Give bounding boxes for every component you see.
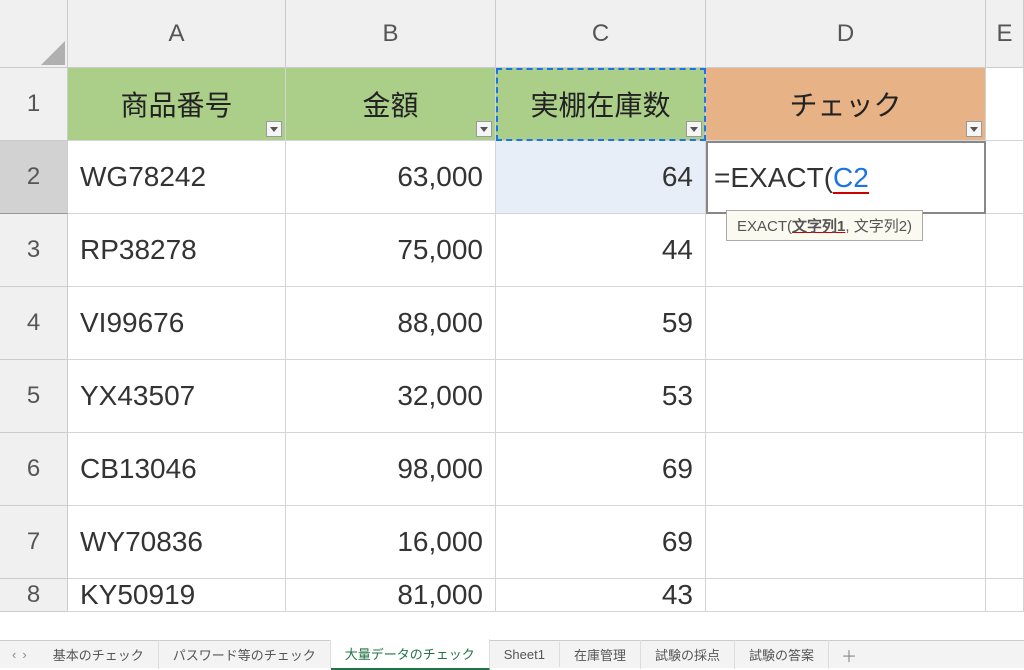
- cell-A2[interactable]: WG78242: [68, 141, 286, 214]
- cell-C3[interactable]: 44: [496, 214, 706, 287]
- sheet-tab[interactable]: パスワード等のチェック: [159, 640, 331, 669]
- tab-next-icon[interactable]: ›: [22, 647, 26, 662]
- filter-icon[interactable]: [686, 121, 702, 137]
- cell-A4[interactable]: VI99676: [68, 287, 286, 360]
- cell-A5[interactable]: YX43507: [68, 360, 286, 433]
- spreadsheet-grid[interactable]: A B C D E 1 商品番号 金額 実棚在庫数 チェック 2 WG78242…: [0, 0, 1024, 612]
- col-header-B[interactable]: B: [286, 0, 496, 68]
- cell-C4[interactable]: 59: [496, 287, 706, 360]
- header-stock[interactable]: 実棚在庫数: [496, 68, 706, 141]
- cell-B4[interactable]: 88,000: [286, 287, 496, 360]
- cell-D8[interactable]: [706, 579, 986, 612]
- cell-E3[interactable]: [986, 214, 1024, 287]
- header-label: 実棚在庫数: [530, 84, 670, 124]
- header-label: 金額: [362, 84, 418, 124]
- cell-E7[interactable]: [986, 506, 1024, 579]
- sheet-tab[interactable]: 試験の答案: [735, 640, 829, 669]
- header-check[interactable]: チェック: [706, 68, 986, 141]
- sheet-tab[interactable]: 在庫管理: [560, 640, 641, 669]
- cell-C5[interactable]: 53: [496, 360, 706, 433]
- cell-E1[interactable]: [986, 68, 1024, 141]
- cell-A7[interactable]: WY70836: [68, 506, 286, 579]
- row-header-6[interactable]: 6: [0, 433, 68, 506]
- filter-icon[interactable]: [266, 121, 282, 137]
- add-sheet-button[interactable]: ＋: [829, 643, 869, 667]
- formula-input[interactable]: =EXACT(C2: [714, 162, 869, 194]
- col-header-E[interactable]: E: [986, 0, 1024, 68]
- cell-C8[interactable]: 43: [496, 579, 706, 612]
- cell-E2[interactable]: [986, 141, 1024, 214]
- cell-C6[interactable]: 69: [496, 433, 706, 506]
- row-header-5[interactable]: 5: [0, 360, 68, 433]
- cell-B2[interactable]: 63,000: [286, 141, 496, 214]
- cell-B7[interactable]: 16,000: [286, 506, 496, 579]
- row-header-3[interactable]: 3: [0, 214, 68, 287]
- header-label: チェック: [789, 84, 901, 124]
- cell-B6[interactable]: 98,000: [286, 433, 496, 506]
- sheet-tab[interactable]: Sheet1: [490, 642, 560, 667]
- cell-D6[interactable]: [706, 433, 986, 506]
- cell-D7[interactable]: [706, 506, 986, 579]
- cell-B3[interactable]: 75,000: [286, 214, 496, 287]
- header-amount[interactable]: 金額: [286, 68, 496, 141]
- cell-A3[interactable]: RP38278: [68, 214, 286, 287]
- row-header-7[interactable]: 7: [0, 506, 68, 579]
- sheet-tab[interactable]: 試験の採点: [641, 640, 735, 669]
- filter-icon[interactable]: [476, 121, 492, 137]
- col-header-C[interactable]: C: [496, 0, 706, 68]
- cell-A6[interactable]: CB13046: [68, 433, 286, 506]
- sheet-tab[interactable]: 基本のチェック: [39, 640, 159, 669]
- cell-D2-editing[interactable]: =EXACT(C2: [706, 141, 986, 214]
- cell-B8[interactable]: 81,000: [286, 579, 496, 612]
- col-header-A[interactable]: A: [68, 0, 286, 68]
- header-product-no[interactable]: 商品番号: [68, 68, 286, 141]
- select-all-corner[interactable]: [0, 0, 68, 68]
- sheet-tabs-bar: ‹ › 基本のチェック パスワード等のチェック 大量データのチェック Sheet…: [0, 640, 1024, 668]
- row-header-8[interactable]: 8: [0, 579, 68, 612]
- cell-E4[interactable]: [986, 287, 1024, 360]
- header-label: 商品番号: [120, 84, 232, 124]
- row-header-2[interactable]: 2: [0, 141, 68, 214]
- sheet-tab-active[interactable]: 大量データのチェック: [331, 639, 490, 670]
- cell-E8[interactable]: [986, 579, 1024, 612]
- cell-E5[interactable]: [986, 360, 1024, 433]
- cell-C2[interactable]: 64: [496, 141, 706, 214]
- cell-C7[interactable]: 69: [496, 506, 706, 579]
- filter-icon[interactable]: [966, 121, 982, 137]
- col-header-D[interactable]: D: [706, 0, 986, 68]
- cell-D4[interactable]: [706, 287, 986, 360]
- tab-prev-icon[interactable]: ‹: [12, 647, 16, 662]
- row-header-1[interactable]: 1: [0, 68, 68, 141]
- function-tooltip[interactable]: EXACT(文字列1, 文字列2): [726, 210, 923, 241]
- row-header-4[interactable]: 4: [0, 287, 68, 360]
- cell-A8[interactable]: KY50919: [68, 579, 286, 612]
- cell-E6[interactable]: [986, 433, 1024, 506]
- cell-B5[interactable]: 32,000: [286, 360, 496, 433]
- tab-nav: ‹ ›: [0, 647, 39, 662]
- cell-D5[interactable]: [706, 360, 986, 433]
